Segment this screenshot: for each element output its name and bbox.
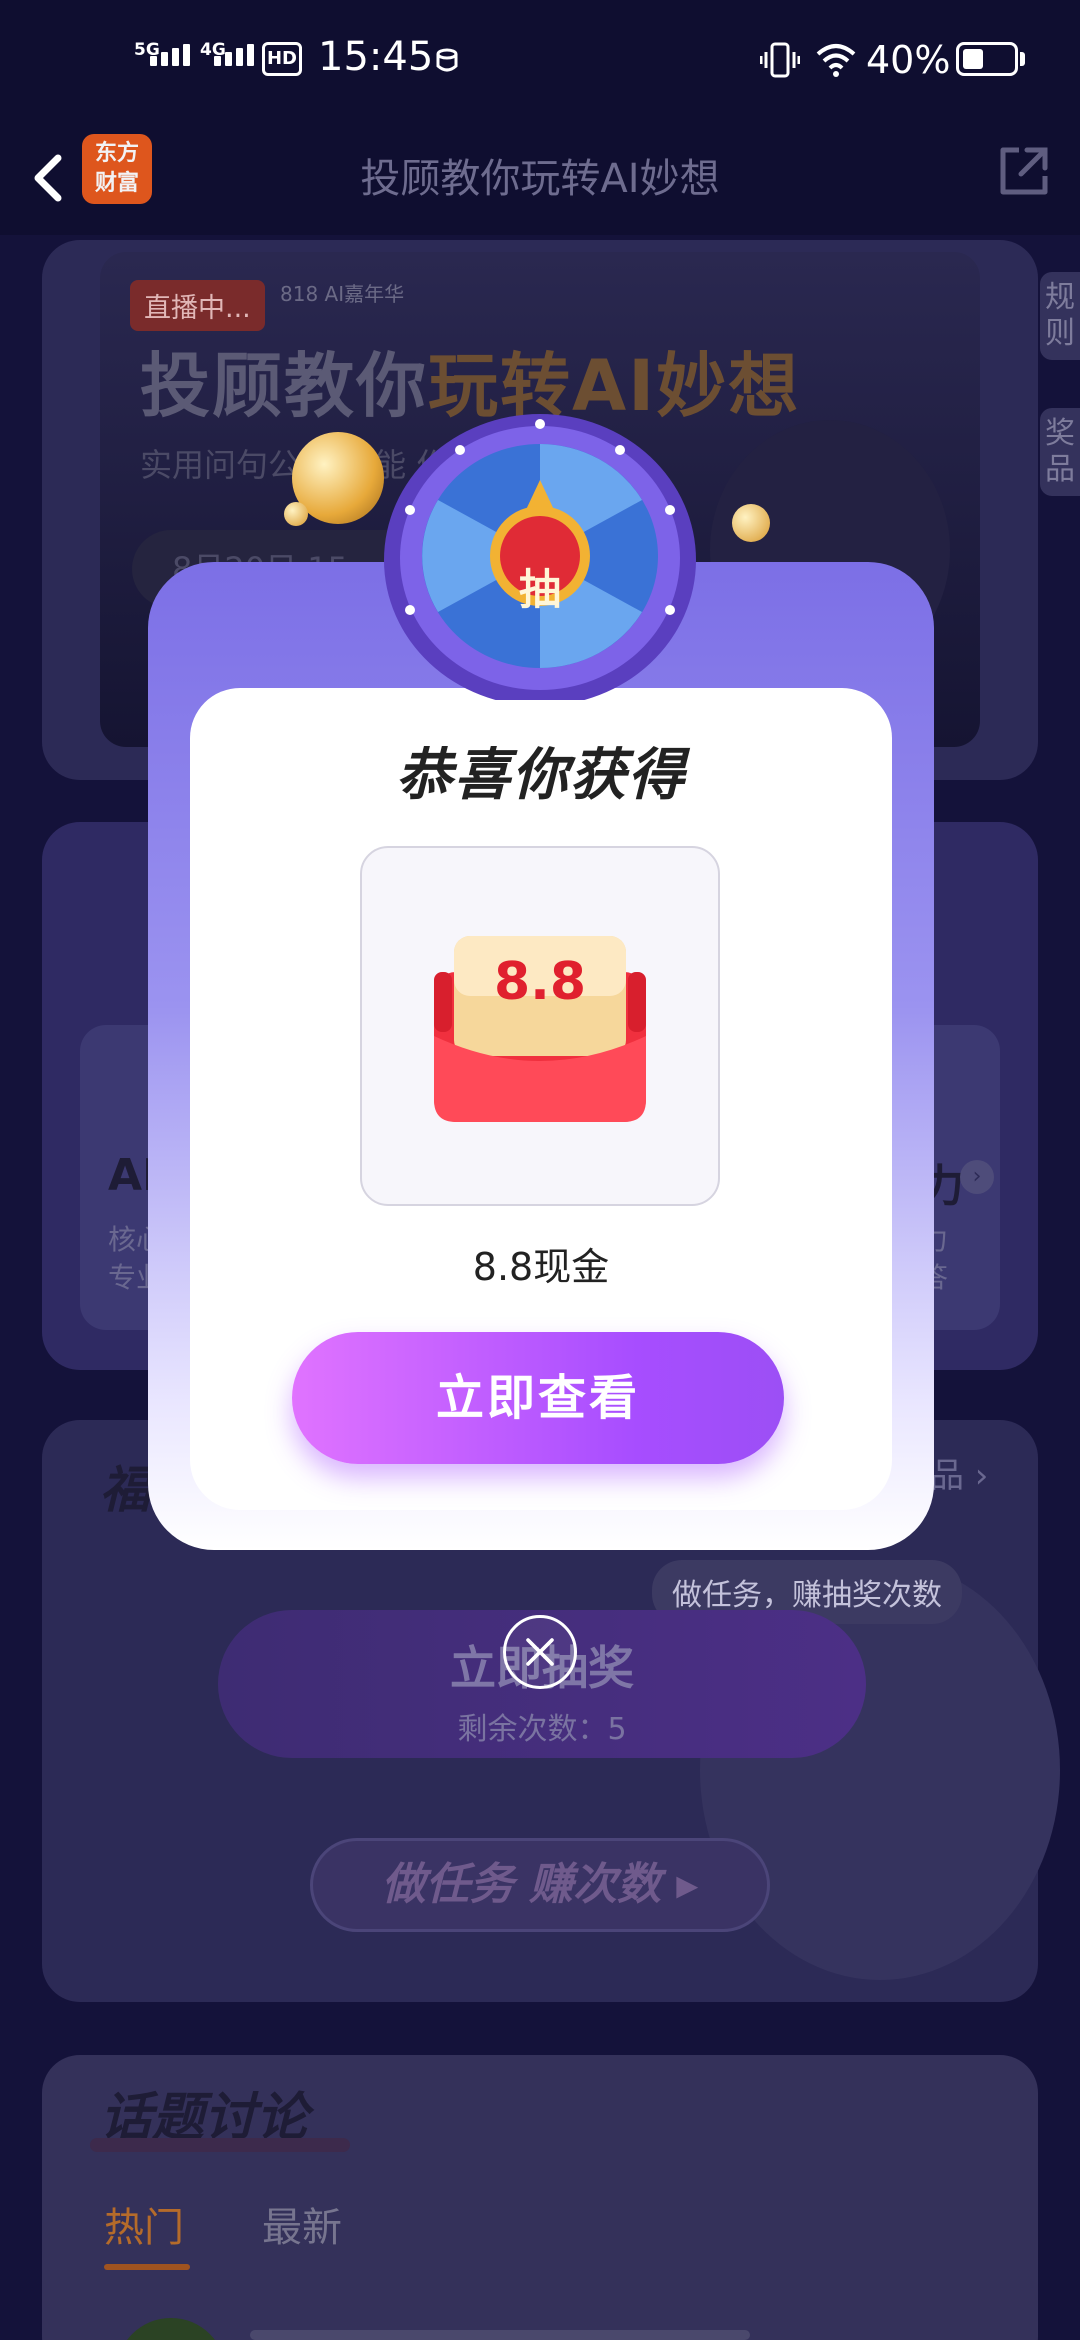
- battery-percent: 40%: [866, 38, 951, 82]
- gold-ball-decoration: [284, 502, 308, 526]
- hd-icon: HD: [262, 42, 302, 76]
- modal-title: 恭喜你获得: [396, 743, 686, 808]
- signal-icon: [150, 44, 190, 66]
- data-saver-icon: [436, 48, 458, 72]
- envelope-amount: 8.8: [493, 952, 587, 1012]
- tab-new[interactable]: 最新: [262, 2195, 342, 2253]
- close-icon[interactable]: [503, 1615, 577, 1689]
- share-icon[interactable]: [995, 142, 1053, 200]
- live-badge: 直播中...: [130, 280, 265, 331]
- wifi-icon: [816, 44, 856, 77]
- prize-list-link[interactable]: 品 ›: [930, 1448, 988, 1497]
- tab-hot[interactable]: 热门: [104, 2195, 184, 2253]
- do-task-button[interactable]: 做任务 赚次数 ▸: [310, 1838, 770, 1932]
- lottery-heading: 福: [100, 1461, 150, 1519]
- signal-icon: [214, 44, 254, 66]
- app-header: 东方 财富 投顾教你玩转AI妙想: [0, 120, 1080, 235]
- remaining-count: 剩余次数：5: [457, 1712, 627, 1747]
- post-preview: [250, 2330, 750, 2340]
- rules-tab[interactable]: 规则: [1040, 272, 1080, 360]
- vibrate-icon: [760, 42, 800, 78]
- chevron-right-icon[interactable]: ›: [960, 1160, 994, 1194]
- lottery-wheel-icon: [384, 414, 696, 700]
- clock: 15:45: [318, 34, 434, 80]
- active-tab-indicator: [104, 2264, 190, 2270]
- prize-name: 8.8现金: [472, 1245, 610, 1289]
- event-tag: 818 AI嘉年华: [280, 282, 405, 306]
- page-title: 投顾教你玩转AI妙想: [360, 156, 720, 202]
- status-bar: 5G 4G HD 15:45 40%: [0, 0, 1080, 120]
- gold-ball-decoration: [732, 504, 770, 542]
- battery-icon: [956, 42, 1018, 76]
- prizes-tab[interactable]: 奖品: [1040, 408, 1080, 496]
- wheel-label: 抽: [518, 565, 561, 614]
- view-now-button[interactable]: 立即查看: [292, 1332, 784, 1464]
- heading-underline: [90, 2138, 350, 2152]
